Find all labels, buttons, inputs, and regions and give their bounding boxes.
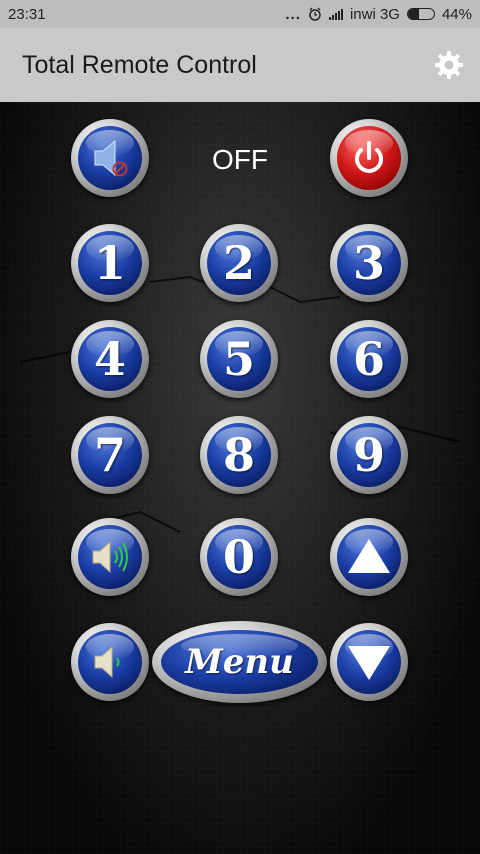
digit-9-button[interactable]: 9 bbox=[330, 416, 408, 494]
digit-3-button[interactable]: 3 bbox=[330, 224, 408, 302]
digit-label: 1 bbox=[93, 236, 126, 290]
volume-up-icon bbox=[92, 540, 128, 574]
digit-1-button[interactable]: 1 bbox=[71, 224, 149, 302]
status-time: 23:31 bbox=[8, 5, 46, 23]
digit-label: 4 bbox=[93, 332, 126, 386]
volume-down-icon bbox=[94, 645, 120, 679]
volume-down-button[interactable] bbox=[71, 623, 149, 701]
status-bar: 23:31 ... inwi 3G 44% bbox=[0, 0, 480, 28]
digit-7-button[interactable]: 7 bbox=[71, 416, 149, 494]
digit-5-button[interactable]: 5 bbox=[200, 320, 278, 398]
app-title: Total Remote Control bbox=[22, 50, 257, 79]
digit-label: 7 bbox=[93, 428, 126, 482]
digit-4-button[interactable]: 4 bbox=[71, 320, 149, 398]
more-notifications-indicator: ... bbox=[285, 5, 301, 23]
triangle-up-icon bbox=[348, 539, 390, 573]
digit-label: 2 bbox=[222, 236, 255, 290]
power-icon bbox=[355, 141, 383, 173]
mute-button[interactable] bbox=[71, 119, 149, 197]
volume-up-button[interactable] bbox=[71, 518, 149, 596]
app-bar: Total Remote Control bbox=[0, 28, 480, 102]
battery-level bbox=[407, 9, 420, 19]
battery-percent: 44% bbox=[441, 5, 472, 23]
triangle-down-icon bbox=[348, 646, 390, 680]
digit-6-button[interactable]: 6 bbox=[330, 320, 408, 398]
tv-status-label: OFF bbox=[212, 144, 268, 175]
signal-icon bbox=[328, 8, 343, 20]
alarm-icon bbox=[309, 7, 321, 21]
digit-label: 0 bbox=[222, 530, 255, 584]
digit-8-button[interactable]: 8 bbox=[200, 416, 278, 494]
menu-button[interactable]: Menu bbox=[152, 621, 327, 703]
digit-2-button[interactable]: 2 bbox=[200, 224, 278, 302]
menu-label: Menu bbox=[185, 642, 294, 682]
status-indicators: ... inwi 3G 44% bbox=[285, 6, 472, 23]
digit-label: 8 bbox=[222, 428, 255, 482]
channel-up-button[interactable] bbox=[330, 518, 408, 596]
remote-panel: OFF 1 2 3 4 5 6 7 8 9 0 Menu bbox=[0, 102, 480, 854]
gear-icon[interactable] bbox=[434, 50, 464, 80]
carrier-label: inwi 3G bbox=[349, 5, 400, 23]
digit-label: 9 bbox=[352, 428, 385, 482]
battery-icon bbox=[406, 8, 435, 20]
power-button[interactable] bbox=[330, 119, 408, 197]
mute-icon bbox=[94, 139, 128, 177]
digit-label: 3 bbox=[352, 236, 385, 290]
digit-0-button[interactable]: 0 bbox=[200, 518, 278, 596]
channel-down-button[interactable] bbox=[330, 623, 408, 701]
digit-label: 5 bbox=[222, 332, 255, 386]
digit-label: 6 bbox=[352, 332, 385, 386]
